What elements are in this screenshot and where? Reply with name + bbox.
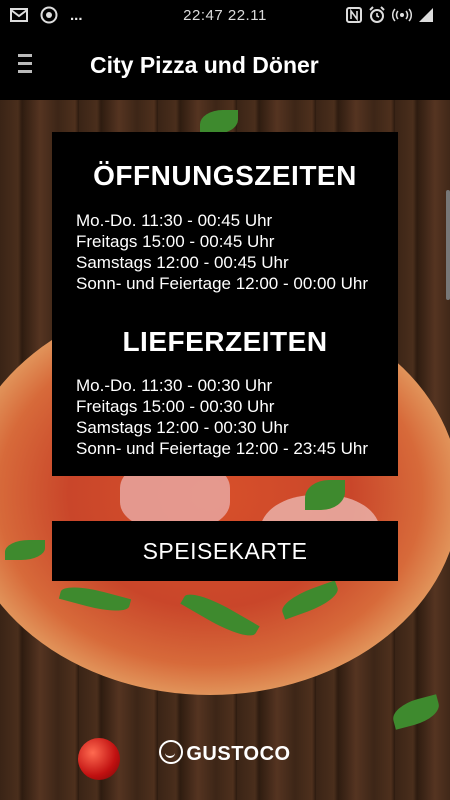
speisekarte-button[interactable]: SPEISEKARTE	[52, 521, 398, 581]
delivery-hours-title: LIEFERZEITEN	[122, 326, 328, 357]
basil-leaf	[389, 694, 443, 730]
delivery-hours-line: Samstags 12:00 - 00:30 Uhr	[76, 418, 289, 437]
nfc-icon	[346, 7, 362, 23]
hotspot-icon	[392, 8, 412, 22]
speisekarte-label: SPEISEKARTE	[142, 538, 308, 564]
opening-hours-title: ÖFFNUNGSZEITEN	[93, 160, 357, 191]
gustoco-logo-icon	[159, 740, 184, 764]
opening-hours-list: Mo.-Do. 11:30 - 00:45 Uhr Freitags 15:00…	[76, 210, 368, 294]
hours-card: ÖFFNUNGSZEITEN Mo.-Do. 11:30 - 00:45 Uhr…	[52, 132, 398, 476]
delivery-hours-line: Mo.-Do. 11:30 - 00:30 Uhr	[76, 376, 273, 395]
app-title: City Pizza und Döner	[90, 52, 319, 78]
brand-name: GUSTOCO	[186, 743, 291, 765]
delivery-hours-line: Sonn- und Feiertage 12:00 - 23:45 Uhr	[76, 439, 369, 458]
signal-strength-icon	[419, 8, 433, 22]
basil-leaf	[200, 110, 238, 134]
menu-line-icon	[18, 54, 32, 57]
opening-hours-line: Mo.-Do. 11:30 - 00:45 Uhr	[76, 211, 273, 230]
hamburger-menu-button[interactable]	[18, 54, 44, 78]
status-bar: ... 22:47 22.11	[0, 0, 450, 32]
delivery-hours-line: Freitags 15:00 - 00:30 Uhr	[76, 397, 275, 416]
opening-hours-line: Sonn- und Feiertage 12:00 - 00:00 Uhr	[76, 274, 369, 293]
opening-hours-line: Freitags 15:00 - 00:45 Uhr	[76, 232, 275, 251]
brand-logo: GUSTOCO	[0, 740, 450, 766]
status-right-icons	[346, 6, 434, 24]
alarm-icon	[369, 6, 385, 23]
menu-line-icon	[18, 70, 32, 73]
menu-line-icon	[18, 62, 32, 65]
delivery-hours-list: Mo.-Do. 11:30 - 00:30 Uhr Freitags 15:00…	[76, 375, 368, 459]
scrollbar[interactable]	[446, 190, 450, 300]
app-bar: City Pizza und Döner	[0, 32, 450, 100]
opening-hours-line: Samstags 12:00 - 00:45 Uhr	[76, 253, 289, 272]
